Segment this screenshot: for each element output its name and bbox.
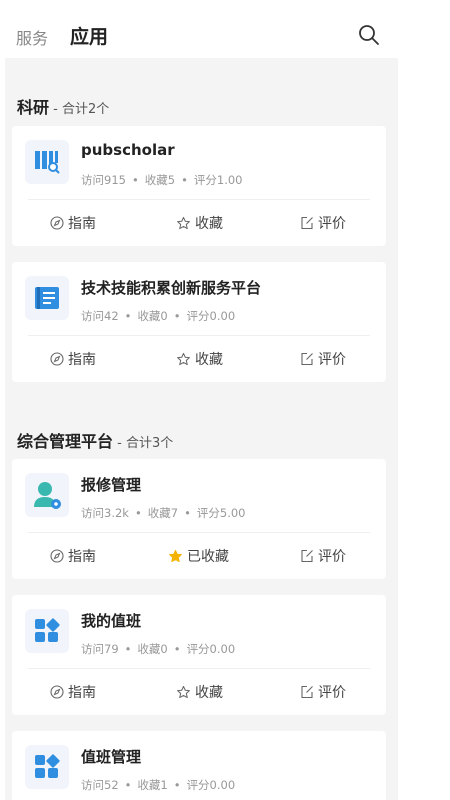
edit-icon <box>301 549 313 563</box>
app-card-my-duty[interactable]: 我的值班 访问79 • 收藏0 • 评分0.00 指南 收藏 评价 <box>12 595 386 715</box>
star-filled-icon <box>169 549 182 562</box>
compass-icon <box>50 352 64 366</box>
app-card-duty-management[interactable]: 值班管理 访问52 • 收藏1 • 评分0.00 <box>12 731 386 800</box>
section-title-research: 科研 - 合计2个 <box>17 98 110 117</box>
app-card-pubscholar[interactable]: pubscholar 访问915 • 收藏5 • 评分1.00 指南 收藏 评价 <box>12 126 386 246</box>
grid-apps-icon <box>25 609 69 653</box>
favorite-button[interactable]: 收藏 <box>176 200 223 246</box>
favorite-button[interactable]: 收藏 <box>176 669 223 715</box>
guide-button[interactable]: 指南 <box>50 200 96 246</box>
app-stats: 访问52 • 收藏1 • 评分0.00 <box>81 778 236 792</box>
grid-apps-icon <box>25 745 69 789</box>
user-gear-icon <box>25 473 69 517</box>
app-name: 值班管理 <box>81 748 142 766</box>
app-stats: 访问3.2k • 收藏7 • 评分5.00 <box>81 506 246 520</box>
guide-button[interactable]: 指南 <box>50 336 96 382</box>
app-stats: 访问42 • 收藏0 • 评分0.00 <box>81 309 236 323</box>
guide-button[interactable]: 指南 <box>50 669 96 715</box>
compass-icon <box>50 216 64 230</box>
app-name: 技术技能积累创新服务平台 <box>81 279 262 297</box>
app-card-skills-platform[interactable]: 技术技能积累创新服务平台 访问42 • 收藏0 • 评分0.00 指南 收藏 评价 <box>12 262 386 382</box>
app-stats: 访问915 • 收藏5 • 评分1.00 <box>81 173 243 187</box>
compass-icon <box>50 685 64 699</box>
star-outline-icon <box>177 685 190 698</box>
star-outline-icon <box>177 352 190 365</box>
review-button[interactable]: 评价 <box>300 669 346 715</box>
tab-apps[interactable]: 应用 <box>70 22 108 49</box>
review-button[interactable]: 评价 <box>300 200 346 246</box>
top-header: 服务 应用 <box>0 0 450 58</box>
app-list-panel: 科研 - 合计2个 pubscholar 访问915 • 收藏5 • 评分1.00 指南 <box>5 58 398 800</box>
book-icon <box>25 276 69 320</box>
app-card-repair-management[interactable]: 报修管理 访问3.2k • 收藏7 • 评分5.00 指南 已收藏 评价 <box>12 459 386 579</box>
favorited-button[interactable]: 已收藏 <box>168 533 229 579</box>
edit-icon <box>301 685 313 699</box>
section-title-management: 综合管理平台 - 合计3个 <box>17 432 174 451</box>
app-name: 我的值班 <box>81 612 142 630</box>
library-search-icon <box>25 140 69 184</box>
edit-icon <box>301 352 313 366</box>
tab-services[interactable]: 服务 <box>16 25 48 49</box>
review-button[interactable]: 评价 <box>300 533 346 579</box>
compass-icon <box>50 549 64 563</box>
guide-button[interactable]: 指南 <box>50 533 96 579</box>
app-name: 报修管理 <box>81 476 142 494</box>
review-button[interactable]: 评价 <box>300 336 346 382</box>
search-icon[interactable] <box>358 24 380 46</box>
favorite-button[interactable]: 收藏 <box>176 336 223 382</box>
app-stats: 访问79 • 收藏0 • 评分0.00 <box>81 642 236 656</box>
edit-icon <box>301 216 313 230</box>
app-name: pubscholar <box>81 141 175 159</box>
star-outline-icon <box>177 216 190 229</box>
